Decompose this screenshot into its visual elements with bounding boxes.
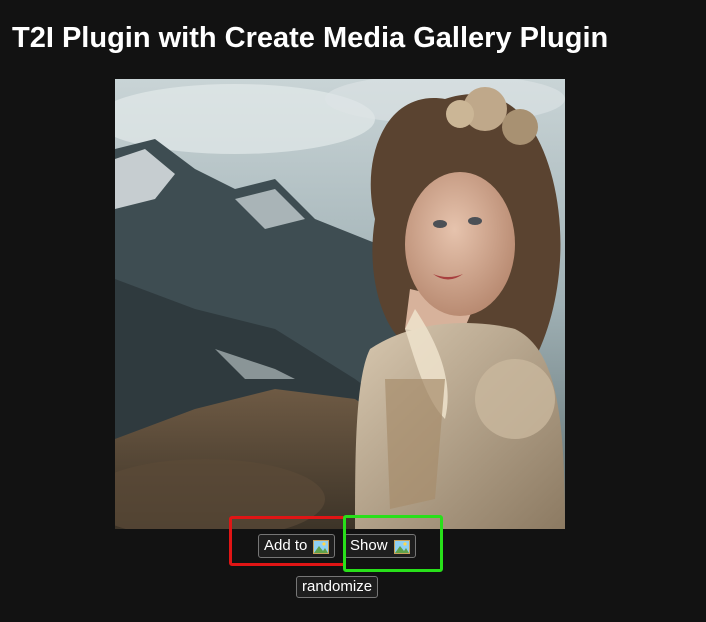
generated-image xyxy=(115,79,565,529)
page-title: T2I Plugin with Create Media Gallery Plu… xyxy=(12,22,609,54)
add-to-label: Add to xyxy=(264,537,308,554)
show-gallery-button[interactable]: Show xyxy=(344,534,416,558)
framed-picture-icon xyxy=(313,539,330,554)
framed-picture-icon xyxy=(393,539,410,554)
show-label: Show xyxy=(350,537,388,554)
randomize-button[interactable]: randomize xyxy=(296,576,379,598)
add-to-gallery-button[interactable]: Add to xyxy=(258,534,336,558)
